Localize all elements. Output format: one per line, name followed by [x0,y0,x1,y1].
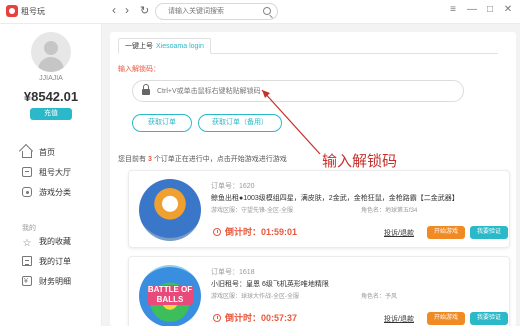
order-area: 游戏区服：守望先锋-全区-全服 [211,208,293,214]
sidebar-item-label: 游戏分类 [39,188,71,197]
minimize-button[interactable]: — [465,4,479,15]
sidebar-item-label: 首页 [39,148,55,157]
complaint-refund-link[interactable]: 投诉/退款 [384,314,414,324]
sidebar-item-finance[interactable]: 财务明细 [22,275,71,289]
sidebar-item-favorites[interactable]: ☆ 我的收藏 [22,235,71,249]
overwatch-game-image [139,179,201,241]
order-role: 角色名：地球第五f34 [361,208,418,214]
sidebar-item-orders[interactable]: 我的订单 [22,255,71,269]
home-icon [22,151,32,158]
avatar-head-shape [44,41,58,55]
finance-icon [22,275,32,289]
order-icon [22,256,32,266]
order-countdown: 倒计时：01:59:01 [213,225,297,238]
star-icon: ☆ [22,238,32,249]
annotation-arrow [261,89,321,155]
menu-icon[interactable]: ≡ [446,4,460,15]
my-section-label: 我的 [22,225,36,232]
order-card: 订单号：1620 鲸鱼出租●1003级模组四星，满皮肤，2金武，金枪狂鼠，金枪路… [128,170,510,248]
back-arrow-icon[interactable]: ‹ [112,3,116,17]
content-panel: 一键上号Xiesoama login 输入解锁码： 获取订单 获取订单（备用） … [110,32,516,326]
sidebar-item-rent-hall[interactable]: 租号大厅 [22,166,71,180]
rent-hall-icon [22,167,32,177]
game-image-badge: BATTLE OF BALLS [147,285,193,305]
sidebar: JJIAJIA ¥8542.01 充值 首页 租号大厅 游戏分类 我的 ☆ 我的收… [0,24,102,326]
verify-button[interactable]: 我要验证 [470,312,508,325]
title-bar: 租号玩 ‹ › ↻ ≡ — □ ✕ [0,0,520,24]
verify-button[interactable]: 我要验证 [470,226,508,239]
battle-of-balls-game-image: BATTLE OF BALLS [139,265,201,326]
app-name: 租号玩 [21,7,45,16]
annotation-text: 输入解锁码 [322,152,398,170]
sidebar-item-category[interactable]: 游戏分类 [22,186,71,200]
sidebar-item-label: 我的收藏 [39,237,71,246]
order-title: 鲸鱼出租●1003级模组四星，满皮肤，2金武，金枪狂鼠，金枪路霸【二金武器】 [211,195,459,202]
sidebar-item-label: 我的订单 [39,257,71,266]
order-title: 小旧租号：皇恩 6级飞机英形唯地精限 [211,281,329,288]
forward-arrow-icon[interactable]: › [125,3,129,17]
search-input[interactable] [168,5,264,18]
main-content: 一键上号Xiesoama login 输入解锁码： 获取订单 获取订单（备用） … [102,24,520,326]
countdown-text: 倒计时：00:57:37 [225,313,298,323]
app-logo-icon [6,5,18,17]
sidebar-item-label: 租号大厅 [39,168,71,177]
search-box[interactable] [155,3,278,20]
maximize-button[interactable]: □ [483,4,497,15]
search-icon[interactable] [263,7,271,15]
order-card: BATTLE OF BALLS 订单号：1618 小旧租号：皇恩 6级飞机英形唯… [128,256,510,326]
clock-icon [213,314,221,322]
sidebar-item-home[interactable]: 首页 [22,146,55,160]
username: JJIAJIA [39,75,63,82]
order-number: 订单号：1620 [211,183,255,190]
avatar[interactable] [31,32,71,72]
recharge-button[interactable]: 充值 [30,108,72,120]
category-icon [22,187,32,197]
order-countdown: 倒计时：00:57:37 [213,311,297,324]
avatar-body-shape [38,57,64,72]
countdown-text: 倒计时：01:59:01 [225,227,298,237]
order-number: 订单号：1618 [211,269,255,276]
order-area: 游戏区服：球球大作战-全区-全服 [211,294,299,300]
start-game-button[interactable]: 开始游戏 [427,226,465,239]
clock-icon [213,228,221,236]
complaint-refund-link[interactable]: 投诉/退款 [384,228,414,238]
refresh-icon[interactable]: ↻ [140,4,149,17]
order-role: 角色名：予风 [361,294,398,300]
sidebar-item-label: 财务明细 [39,277,71,286]
start-game-button[interactable]: 开始游戏 [427,312,465,325]
close-button[interactable]: ✕ [501,4,515,15]
balance: ¥8542.01 [23,89,79,104]
